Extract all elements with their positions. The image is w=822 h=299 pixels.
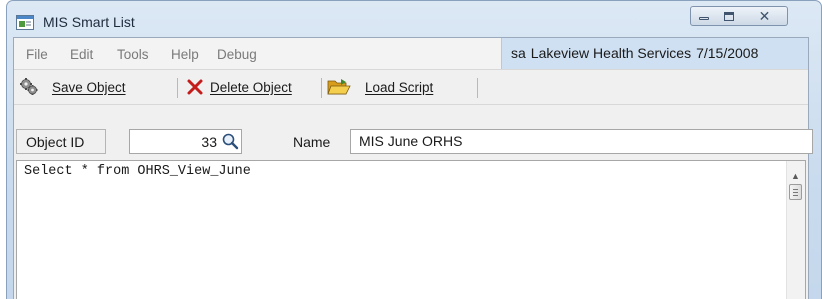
gears-icon <box>20 78 38 95</box>
menu-file[interactable]: File <box>26 47 48 62</box>
scroll-up-icon[interactable]: ▲ <box>791 171 800 181</box>
app-window: MIS Smart List ✕ File Edit Tools Help De… <box>6 0 822 299</box>
object-lookup-button[interactable] <box>220 131 240 151</box>
maximize-icon <box>724 11 734 21</box>
minimize-button[interactable] <box>690 6 717 26</box>
save-object-label: Save Object <box>52 79 126 95</box>
grip-line <box>793 195 798 196</box>
toolbar: Save Object Delete Object Load Script <box>14 70 808 105</box>
window-title: MIS Smart List <box>43 14 135 30</box>
menu-edit[interactable]: Edit <box>70 47 93 62</box>
name-field[interactable]: MIS June ORHS <box>350 129 813 154</box>
delete-object-label: Delete Object <box>210 79 292 95</box>
grip-line <box>793 189 798 190</box>
script-text: Select * from OHRS_View_June <box>24 164 251 179</box>
status-user: sa <box>511 45 526 61</box>
menu-tools[interactable]: Tools <box>117 47 149 62</box>
load-script-label: Load Script <box>365 79 434 95</box>
magnifier-icon <box>222 133 239 150</box>
delete-object-button[interactable]: Delete Object <box>186 70 292 104</box>
name-value: MIS June ORHS <box>359 133 463 149</box>
menu-help[interactable]: Help <box>171 47 199 62</box>
toolbar-separator <box>477 78 478 98</box>
toolbar-separator <box>321 78 322 98</box>
open-folder-icon <box>327 79 351 95</box>
close-icon: ✕ <box>758 8 771 24</box>
object-id-label: Object ID <box>26 134 85 150</box>
scroll-thumb[interactable] <box>789 184 802 200</box>
status-company: Lakeview Health Services <box>530 45 692 61</box>
script-editor[interactable]: Select * from OHRS_View_June ▲ <box>16 160 806 299</box>
toolbar-separator <box>177 78 178 98</box>
title-bar[interactable]: MIS Smart List ✕ <box>7 1 821 37</box>
app-window-icon <box>16 15 34 30</box>
vertical-scrollbar[interactable]: ▲ <box>786 161 805 299</box>
menu-bar: File Edit Tools Help Debug sa Lakeview He… <box>14 38 808 70</box>
red-x-icon <box>187 79 203 95</box>
status-banner: sa Lakeview Health Services 7/15/2008 <box>501 38 808 69</box>
maximize-button[interactable] <box>716 6 743 26</box>
grip-line <box>793 192 798 193</box>
menu-debug[interactable]: Debug <box>217 47 257 62</box>
load-script-button[interactable]: Load Script <box>327 70 433 104</box>
client-area: File Edit Tools Help Debug sa Lakeview He… <box>13 37 813 299</box>
name-label: Name <box>293 134 331 150</box>
minimize-icon <box>698 17 709 20</box>
status-date: 7/15/2008 <box>696 45 759 61</box>
object-id-value: 33 <box>201 134 217 150</box>
close-button[interactable]: ✕ <box>742 6 788 26</box>
save-object-button[interactable]: Save Object <box>19 70 126 104</box>
